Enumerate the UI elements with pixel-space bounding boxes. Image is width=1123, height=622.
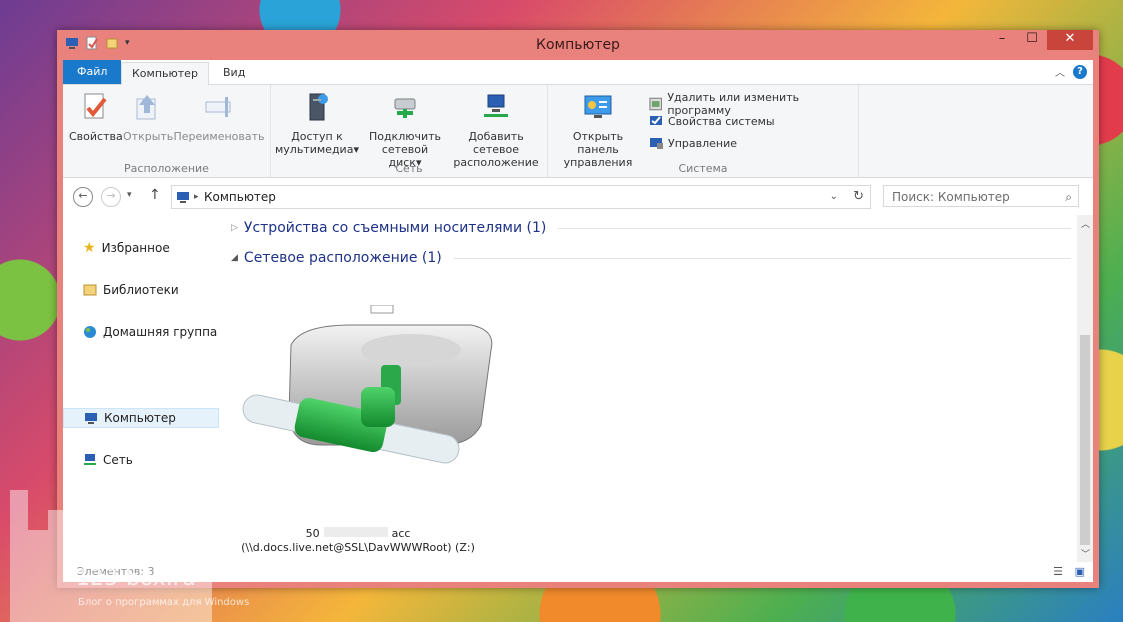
navigation-bar: ← → ▾ ↑ ▸ Компьютер ⌄ ↻ Поиск: Компьютер… [63,178,1093,214]
homegroup-icon [84,326,96,338]
tab-view[interactable]: Вид [213,62,255,84]
details-view-icon[interactable]: ☰ [1053,562,1063,582]
rename-button[interactable]: Переименовать [173,91,265,143]
tab-file[interactable]: Файл [63,60,122,84]
group-label-system: Система [678,162,728,175]
close-button[interactable]: ✕ [1047,30,1093,50]
network-drive-label: 50 acc (\\d.docs.live.net@SSL\DavWWWRoot)… [241,527,475,554]
address-bar[interactable]: ▸ Компьютер ⌄ ↻ [171,185,871,209]
ribbon: Свойства Открыть Переименовать Расположе… [63,85,1093,178]
network-location-icon [484,94,508,117]
nav-item-favorites[interactable]: ★ Избранное [63,238,219,258]
system-properties-icon [650,116,662,125]
address-dropdown-icon[interactable]: ⌄ [830,186,838,208]
ribbon-tabs: Файл Компьютер Вид ︿ ? [63,60,1093,86]
group-network: Доступ к мультимедиа▾ Подключить сетевой… [271,85,548,177]
open-button[interactable]: Открыть [123,91,173,143]
scroll-down-icon[interactable]: ﹀ [1081,547,1090,560]
media-server-icon [309,93,328,121]
scrollbar-thumb[interactable] [1080,335,1090,545]
open-icon [136,95,156,120]
breadcrumb-separator-icon[interactable]: ▸ [194,186,199,208]
star-icon: ★ [83,240,96,256]
maximize-button[interactable]: ☐ [1017,30,1047,50]
ribbon-right-controls: ︿ ? [1055,64,1087,79]
tab-computer[interactable]: Компьютер [121,62,209,86]
nav-item-computer[interactable]: Компьютер [63,408,219,428]
add-network-location-button[interactable]: Добавить сетевое расположение [447,91,545,169]
rename-icon [205,97,231,117]
group-header-removable[interactable]: ▷ Устройства со съемными носителями (1) [231,220,1071,236]
title-bar[interactable]: ▾ Компьютер – ☐ ✕ [57,30,1099,60]
map-network-drive-button[interactable]: Подключить сетевой диск▾ [365,91,445,169]
redacted-text [323,527,388,537]
expand-chevron-icon: ▷ [231,223,238,233]
manage-icon [650,138,663,149]
network-drive-icon [394,98,416,118]
watermark-tagline: Блог о программах для Windows [78,597,250,608]
breadcrumb-computer[interactable]: Компьютер [204,186,276,208]
control-panel-icon [584,95,612,118]
section-divider [453,257,1071,259]
content-pane: ▷ Устройства со съемными носителями (1) … [221,215,1077,562]
computer-icon [85,413,97,424]
group-label-network: Сеть [395,162,423,175]
properties-icon [84,93,107,119]
properties-button[interactable]: Свойства [69,91,123,143]
media-access-button[interactable]: Доступ к мультимедиа▾ [275,91,359,156]
computer-icon [177,192,189,203]
media-dropdown-icon: ▾ [353,143,359,156]
window-title: Компьютер [536,37,620,53]
forward-button[interactable]: → [101,187,121,207]
control-panel-button[interactable]: Открыть панель управления [552,91,644,169]
help-button[interactable]: ? [1073,64,1087,79]
watermark-site: 123-box.ru [76,566,196,591]
manage-button[interactable]: Управление [648,135,737,151]
group-label-location: Расположение [124,162,209,175]
vertical-scrollbar[interactable]: ︿ ﹀ [1077,215,1093,562]
scroll-up-icon[interactable]: ︿ [1081,217,1090,230]
up-button[interactable]: ↑ [149,187,161,203]
network-drive-item[interactable]: 50 acc (\\d.docs.live.net@SSL\DavWWWRoot)… [241,305,501,555]
nav-item-network[interactable]: Сеть [63,450,219,470]
window-controls: – ☐ ✕ [987,30,1093,50]
network-drive-icon [242,305,493,464]
group-system: Открыть панель управления Удалить или из… [548,85,859,177]
recent-locations-icon[interactable]: ▾ [127,190,132,200]
network-icon [84,454,96,465]
group-header-network-location[interactable]: ◢ Сетевое расположение (1) [231,250,1071,266]
nav-item-homegroup[interactable]: Домашняя группа [63,322,219,342]
collapse-chevron-icon: ◢ [231,253,238,263]
ribbon-collapse-icon[interactable]: ︿ [1055,64,1065,79]
section-divider [558,227,1071,229]
system-properties-button[interactable]: Свойства системы [648,113,775,129]
search-icon[interactable]: ⌕ [1065,186,1072,208]
libraries-icon [83,284,97,296]
search-input[interactable]: Поиск: Компьютер ⌕ [883,185,1079,207]
programs-icon [649,97,662,111]
nav-item-libraries[interactable]: Библиотеки [63,280,219,300]
minimize-button[interactable]: – [987,30,1017,50]
back-button[interactable]: ← [73,187,93,207]
group-location: Свойства Открыть Переименовать Расположе… [63,85,271,177]
refresh-icon[interactable]: ↻ [853,186,864,208]
large-icons-view-icon[interactable]: ▣ [1075,562,1085,582]
